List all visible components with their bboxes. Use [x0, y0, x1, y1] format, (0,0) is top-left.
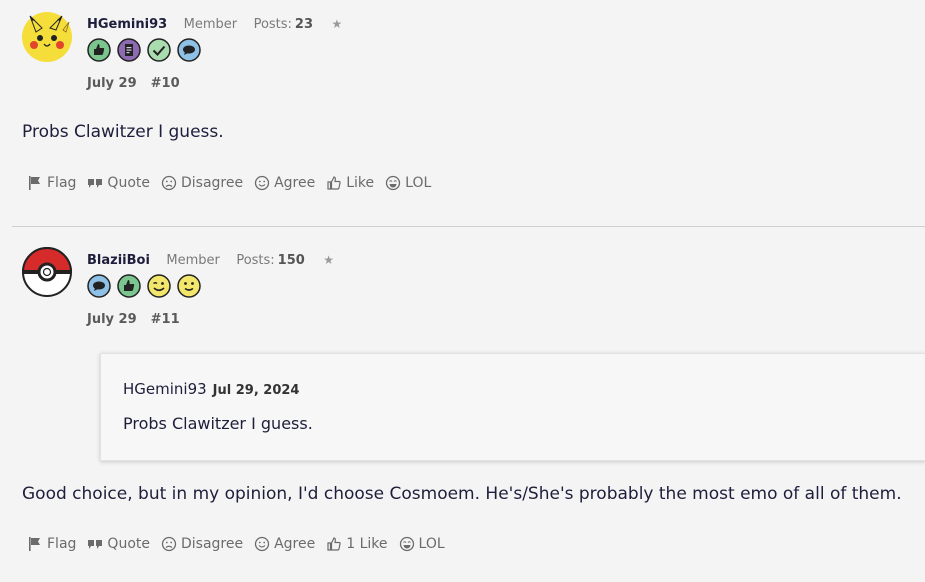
frown-icon [161, 175, 177, 191]
laugh-icon [399, 536, 414, 552]
wink-badge-icon[interactable] [147, 274, 171, 298]
post-date-link[interactable]: July 29 [87, 312, 137, 327]
quote-button[interactable]: Quote [87, 175, 150, 191]
frown-icon [161, 536, 177, 552]
thumbs-up-badge-icon[interactable] [87, 38, 111, 62]
disagree-button[interactable]: Disagree [161, 536, 243, 552]
agree-label: Agree [274, 536, 316, 552]
agree-button[interactable]: Agree [254, 536, 315, 552]
disagree-label: Disagree [180, 536, 244, 552]
star-icon: ★ [323, 253, 335, 267]
disagree-label: Disagree [180, 175, 244, 191]
flag-icon [29, 176, 40, 190]
agree-button[interactable]: Agree [254, 175, 315, 191]
disagree-button[interactable]: Disagree [161, 175, 243, 191]
like-label: 1 Like [346, 536, 388, 552]
quote-icon [88, 179, 103, 188]
flag-icon [29, 537, 40, 551]
like-button[interactable]: Like [326, 175, 374, 191]
flag-label: Flag [47, 175, 77, 191]
lol-button[interactable]: LOL [399, 536, 445, 552]
post-body: Probs Clawitzer I guess. [22, 122, 224, 142]
quote-label: Quote [107, 536, 150, 552]
post-date-link[interactable]: July 29 [87, 76, 137, 91]
flag-button[interactable]: Flag [27, 175, 76, 191]
post-number-link[interactable]: #10 [151, 76, 180, 91]
quote-date-link[interactable]: Jul 29, 2024 [213, 383, 300, 398]
quote-text: Probs Clawitzer I guess. [123, 414, 313, 433]
username-link[interactable]: HGemini93 [87, 17, 167, 32]
lol-label: LOL [405, 175, 432, 191]
flag-label: Flag [47, 536, 77, 552]
chat-badge-icon[interactable] [87, 274, 111, 298]
pikachu-avatar[interactable] [22, 12, 72, 62]
thumbs-up-icon [327, 176, 341, 190]
post-10: HGemini93 Member Posts: 23 ★ July 29 #10 P… [0, 0, 925, 226]
quote-icon [88, 540, 103, 549]
laugh-icon [386, 175, 401, 191]
user-role: Member [183, 17, 238, 32]
smile-icon [254, 536, 270, 552]
thumbs-up-icon [327, 537, 341, 551]
post-11: BlaziiBoi Member Posts: 150 ★ July 29 #11 … [0, 227, 925, 582]
username-link[interactable]: BlaziiBoi [87, 253, 150, 268]
star-icon: ★ [331, 17, 343, 31]
quote-author-link[interactable]: HGemini93 [123, 380, 207, 398]
posts-label: Posts: [253, 17, 292, 32]
post-actions: Flag Quote Disagree Agree 1 Like LOL [27, 536, 456, 552]
quote-label: Quote [107, 175, 150, 191]
like-label: Like [346, 175, 375, 191]
badge-row [87, 38, 201, 62]
lol-label: LOL [418, 536, 445, 552]
post-actions: Flag Quote Disagree Agree Like LOL [27, 175, 442, 191]
quote-button[interactable]: Quote [87, 536, 150, 552]
posts-count: 23 [294, 17, 314, 32]
thumbs-up-badge-icon[interactable] [117, 274, 141, 298]
user-role: Member [166, 253, 220, 268]
quote-block: HGemini93 Jul 29, 2024 Probs Clawitzer I … [100, 353, 925, 461]
like-button[interactable]: 1 Like [326, 536, 388, 552]
user-meta: BlaziiBoi Member Posts: 150 ★ [87, 252, 334, 268]
lol-button[interactable]: LOL [385, 175, 431, 191]
flag-button[interactable]: Flag [27, 536, 76, 552]
smile-badge-icon[interactable] [177, 274, 201, 298]
posts-count: 150 [277, 253, 305, 268]
smile-icon [254, 175, 270, 191]
badge-row [87, 274, 201, 298]
post-date-row: July 29 #10 [87, 76, 180, 91]
quote-header: HGemini93 Jul 29, 2024 [123, 380, 299, 398]
chat-badge-icon[interactable] [177, 38, 201, 62]
pokeball-avatar[interactable] [21, 247, 73, 297]
post-number-link[interactable]: #11 [151, 312, 180, 327]
book-badge-icon[interactable] [117, 38, 141, 62]
agree-label: Agree [274, 175, 316, 191]
posts-label: Posts: [236, 253, 275, 268]
user-meta: HGemini93 Member Posts: 23 ★ [87, 16, 342, 32]
post-body: Good choice, but in my opinion, I'd choo… [22, 484, 902, 504]
post-date-row: July 29 #11 [87, 312, 180, 327]
check-badge-icon[interactable] [147, 38, 171, 62]
